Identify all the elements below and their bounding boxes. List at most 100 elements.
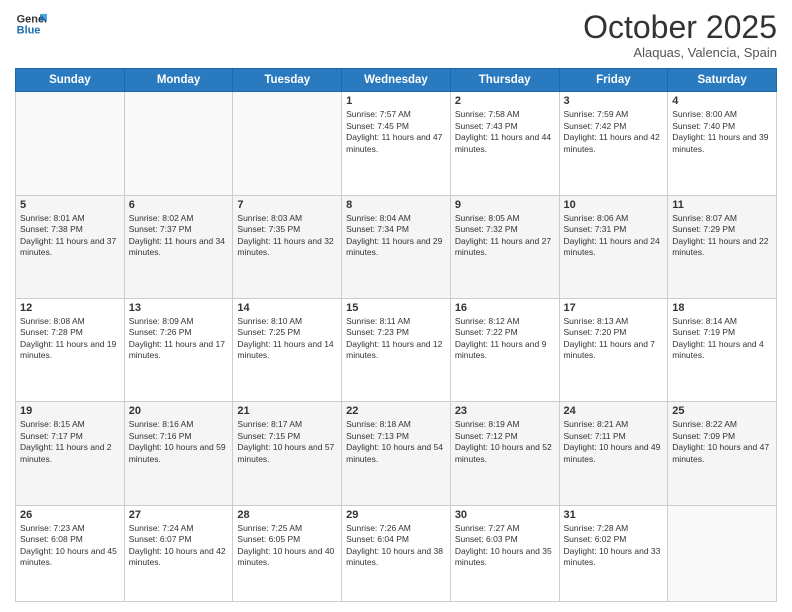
day-number: 8 [346,199,446,211]
day-info: Sunset: 7:25 PM [237,327,337,338]
day-info: Sunset: 7:32 PM [455,224,555,235]
day-info: Sunset: 6:04 PM [346,534,446,545]
day-info: Sunrise: 8:21 AM [564,419,664,430]
day-number: 23 [455,405,555,417]
col-header-tuesday: Tuesday [233,69,342,92]
day-info: Sunset: 7:17 PM [20,431,120,442]
day-info: Sunset: 7:28 PM [20,327,120,338]
day-info: Sunset: 7:26 PM [129,327,229,338]
day-info: Daylight: 11 hours and 9 minutes. [455,339,555,362]
day-info: Sunrise: 7:57 AM [346,109,446,120]
calendar-cell [668,505,777,601]
day-info: Sunrise: 8:07 AM [672,213,772,224]
day-info: Sunrise: 8:16 AM [129,419,229,430]
day-number: 15 [346,302,446,314]
day-number: 16 [455,302,555,314]
calendar-cell: 2Sunrise: 7:58 AMSunset: 7:43 PMDaylight… [450,92,559,195]
day-info: Daylight: 11 hours and 14 minutes. [237,339,337,362]
day-info: Daylight: 11 hours and 37 minutes. [20,236,120,259]
calendar-cell: 8Sunrise: 8:04 AMSunset: 7:34 PMDaylight… [342,195,451,298]
day-info: Sunrise: 7:26 AM [346,523,446,534]
calendar-cell: 7Sunrise: 8:03 AMSunset: 7:35 PMDaylight… [233,195,342,298]
day-number: 3 [564,95,664,107]
title-block: October 2025 Alaquas, Valencia, Spain [583,10,777,60]
day-info: Daylight: 10 hours and 59 minutes. [129,442,229,465]
day-info: Daylight: 11 hours and 39 minutes. [672,132,772,155]
calendar-cell: 21Sunrise: 8:17 AMSunset: 7:15 PMDayligh… [233,402,342,505]
day-info: Sunset: 7:40 PM [672,121,772,132]
calendar-cell: 25Sunrise: 8:22 AMSunset: 7:09 PMDayligh… [668,402,777,505]
calendar-cell: 18Sunrise: 8:14 AMSunset: 7:19 PMDayligh… [668,298,777,401]
day-info: Sunrise: 7:24 AM [129,523,229,534]
calendar-cell: 11Sunrise: 8:07 AMSunset: 7:29 PMDayligh… [668,195,777,298]
col-header-sunday: Sunday [16,69,125,92]
day-info: Sunrise: 8:04 AM [346,213,446,224]
calendar-cell: 1Sunrise: 7:57 AMSunset: 7:45 PMDaylight… [342,92,451,195]
day-info: Sunrise: 8:17 AM [237,419,337,430]
calendar-cell: 24Sunrise: 8:21 AMSunset: 7:11 PMDayligh… [559,402,668,505]
day-info: Daylight: 10 hours and 52 minutes. [455,442,555,465]
day-info: Sunrise: 7:59 AM [564,109,664,120]
day-info: Sunrise: 8:15 AM [20,419,120,430]
day-number: 11 [672,199,772,211]
day-number: 2 [455,95,555,107]
calendar-cell: 30Sunrise: 7:27 AMSunset: 6:03 PMDayligh… [450,505,559,601]
day-number: 17 [564,302,664,314]
calendar-cell: 16 Sunrise: 8:12 AMSunset: 7:22 PMDayligh… [450,298,559,401]
day-number: 25 [672,405,772,417]
logo: General Blue [15,10,47,38]
day-info: Sunset: 7:15 PM [237,431,337,442]
day-info: Sunset: 6:07 PM [129,534,229,545]
day-info: Daylight: 11 hours and 44 minutes. [455,132,555,155]
calendar-cell: 19Sunrise: 8:15 AMSunset: 7:17 PMDayligh… [16,402,125,505]
day-info: Daylight: 10 hours and 57 minutes. [237,442,337,465]
calendar-cell: 28Sunrise: 7:25 AMSunset: 6:05 PMDayligh… [233,505,342,601]
calendar-cell: 3Sunrise: 7:59 AMSunset: 7:42 PMDaylight… [559,92,668,195]
day-info: Sunrise: 8:12 AM [455,316,555,327]
day-info: Sunset: 6:03 PM [455,534,555,545]
day-info: Daylight: 10 hours and 49 minutes. [564,442,664,465]
day-info: Daylight: 11 hours and 4 minutes. [672,339,772,362]
calendar-cell [16,92,125,195]
day-number: 5 [20,199,120,211]
day-info: Daylight: 11 hours and 7 minutes. [564,339,664,362]
day-info: Sunrise: 8:08 AM [20,316,120,327]
day-number: 19 [20,405,120,417]
calendar-cell: 6Sunrise: 8:02 AMSunset: 7:37 PMDaylight… [124,195,233,298]
calendar-cell: 9Sunrise: 8:05 AMSunset: 7:32 PMDaylight… [450,195,559,298]
day-info: Sunset: 7:42 PM [564,121,664,132]
day-number: 1 [346,95,446,107]
day-info: Sunset: 7:22 PM [455,327,555,338]
day-info: Sunrise: 7:25 AM [237,523,337,534]
day-info: Daylight: 11 hours and 17 minutes. [129,339,229,362]
day-number: 4 [672,95,772,107]
calendar-cell: 15Sunrise: 8:11 AMSunset: 7:23 PMDayligh… [342,298,451,401]
calendar-cell: 29Sunrise: 7:26 AMSunset: 6:04 PMDayligh… [342,505,451,601]
day-number: 10 [564,199,664,211]
day-info: Sunset: 6:05 PM [237,534,337,545]
day-number: 27 [129,509,229,521]
day-info: Sunrise: 8:06 AM [564,213,664,224]
day-number: 18 [672,302,772,314]
day-info: Sunrise: 8:01 AM [20,213,120,224]
day-info: Sunset: 7:45 PM [346,121,446,132]
col-header-monday: Monday [124,69,233,92]
day-info: Daylight: 11 hours and 24 minutes. [564,236,664,259]
calendar-cell: 26Sunrise: 7:23 AMSunset: 6:08 PMDayligh… [16,505,125,601]
day-info: Sunset: 7:11 PM [564,431,664,442]
col-header-thursday: Thursday [450,69,559,92]
header: General Blue October 2025 Alaquas, Valen… [15,10,777,60]
day-info: Sunset: 7:38 PM [20,224,120,235]
logo-icon: General Blue [15,10,47,38]
day-number: 29 [346,509,446,521]
day-number: 9 [455,199,555,211]
day-info: Sunrise: 8:19 AM [455,419,555,430]
day-info: Daylight: 10 hours and 47 minutes. [672,442,772,465]
day-number: 6 [129,199,229,211]
month-title: October 2025 [583,10,777,45]
day-info: Sunset: 6:08 PM [20,534,120,545]
day-info: Sunset: 7:09 PM [672,431,772,442]
day-number: 13 [129,302,229,314]
day-info: Sunrise: 8:10 AM [237,316,337,327]
day-info: Sunrise: 8:02 AM [129,213,229,224]
